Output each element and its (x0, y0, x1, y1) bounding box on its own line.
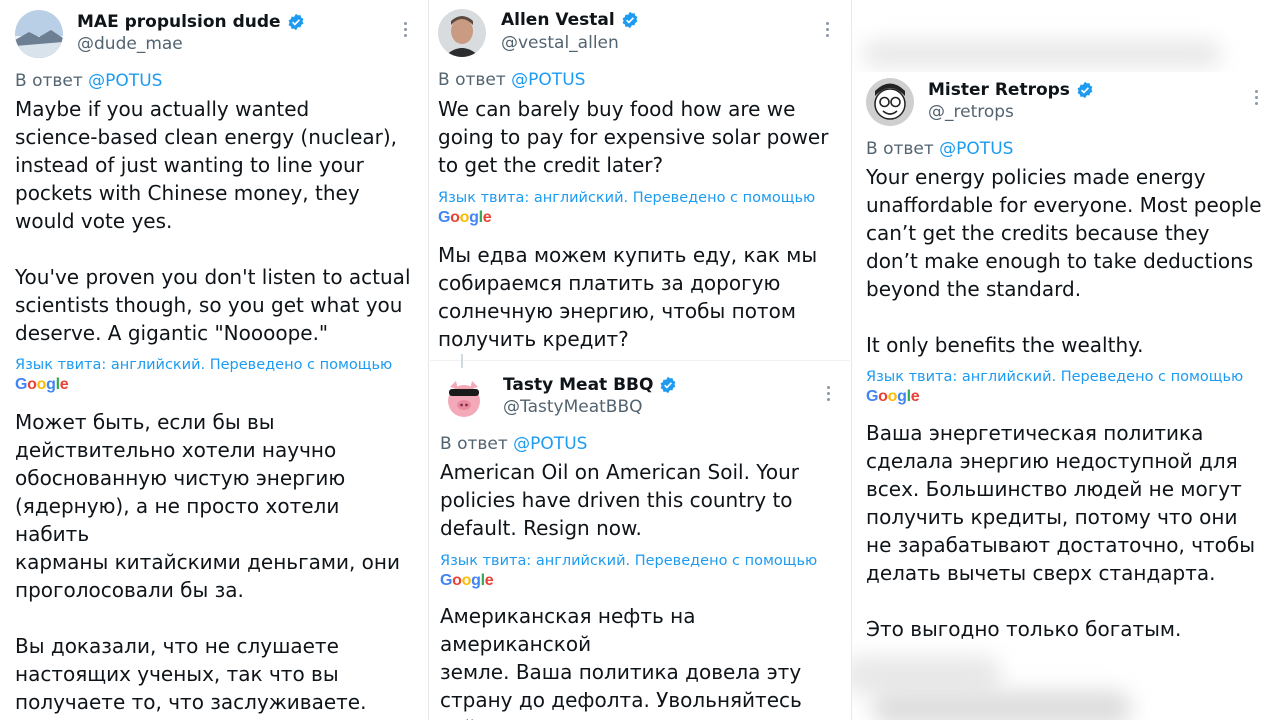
cartoon-face-avatar-image (866, 78, 914, 126)
cartoon-pig-avatar-image (440, 373, 488, 421)
mention-link[interactable]: @POTUS (513, 434, 587, 454)
google-logo: Google (438, 209, 492, 226)
author-handle: @TastyMeatBBQ (503, 397, 643, 417)
translation-note[interactable]: Язык твита: английский. Переведено с пом… (15, 357, 392, 373)
author-name[interactable]: Allen Vestal (501, 10, 615, 30)
more-options-icon[interactable] (825, 22, 831, 40)
reply-prefix: В ответ (438, 70, 506, 90)
portrait-avatar-image (438, 9, 486, 57)
tweet-text-original: Your energy policies made energy unaffor… (866, 165, 1262, 357)
translation-note[interactable]: Язык твита: английский. Переведено с пом… (440, 553, 817, 569)
tweet-text-original: American Oil on American Soil. Your poli… (440, 460, 800, 540)
blurred-area (872, 690, 1132, 720)
reply-prefix: В ответ (15, 71, 83, 91)
author-row: MAE propulsion dude (77, 12, 305, 32)
tweet-text-translated: Может быть, если бы вы действительно хот… (15, 410, 400, 720)
avatar[interactable] (866, 78, 914, 126)
reply-context: В ответ @POTUS (438, 70, 585, 90)
translation-note[interactable]: Язык твита: английский. Переведено с пом… (438, 190, 815, 206)
author-name[interactable]: Tasty Meat BBQ (503, 375, 653, 395)
verified-badge-icon (1077, 81, 1093, 99)
avatar[interactable] (438, 9, 486, 57)
author-row: Allen Vestal (501, 10, 639, 30)
google-logo: Google (866, 388, 920, 405)
blurred-area (862, 40, 1222, 68)
avatar[interactable] (440, 373, 488, 421)
tweet-panel-2: Allen Vestal @vestal_allen В ответ @POTU… (430, 0, 850, 720)
author-handle: @_retrops (928, 102, 1014, 122)
author-row: Tasty Meat BBQ (503, 375, 677, 395)
tweet-text-original: Maybe if you actually wanted science-bas… (15, 97, 411, 345)
landscape-avatar-image (15, 10, 63, 58)
translation-note[interactable]: Язык твита: английский. Переведено с пом… (866, 369, 1243, 385)
reply-prefix: В ответ (440, 434, 508, 454)
column-divider (428, 0, 429, 720)
reply-context: В ответ @POTUS (15, 71, 162, 91)
verified-badge-icon (622, 11, 638, 29)
reply-prefix: В ответ (866, 139, 934, 159)
google-logo: Google (440, 572, 494, 589)
more-options-icon[interactable] (1254, 90, 1260, 108)
tweet-panel-3: Mister Retrops @_retrops В ответ @POTUS … (852, 0, 1280, 720)
blurred-area (852, 655, 1002, 695)
mention-link[interactable]: @POTUS (88, 71, 162, 91)
author-name[interactable]: MAE propulsion dude (77, 12, 281, 32)
google-logo: Google (15, 376, 69, 393)
tweet-separator (430, 360, 850, 361)
verified-badge-icon (661, 376, 676, 394)
verified-badge-icon (288, 13, 303, 31)
tweet-text-translated: Ваша энергетическая политика сделала эне… (866, 421, 1256, 641)
reply-context: В ответ @POTUS (440, 434, 587, 454)
tweet-text-translated: Мы едва можем купить еду, как мы собирае… (438, 243, 818, 351)
tweet-panel-1: MAE propulsion dude @dude_mae В ответ @P… (0, 0, 425, 720)
more-options-icon[interactable] (826, 386, 832, 404)
mention-link[interactable]: @POTUS (939, 139, 1013, 159)
more-options-icon[interactable] (403, 22, 409, 40)
author-handle: @dude_mae (77, 34, 183, 54)
reply-context: В ответ @POTUS (866, 139, 1013, 159)
author-row: Mister Retrops (928, 80, 1094, 100)
tweet-text-original: We can barely buy food how are we going … (438, 97, 829, 177)
author-handle: @vestal_allen (501, 33, 619, 53)
avatar[interactable] (15, 10, 63, 58)
author-name[interactable]: Mister Retrops (928, 80, 1070, 100)
mention-link[interactable]: @POTUS (511, 70, 585, 90)
thread-line (461, 354, 463, 368)
tweet-text-translated: Американская нефть на американской земле… (440, 604, 802, 720)
